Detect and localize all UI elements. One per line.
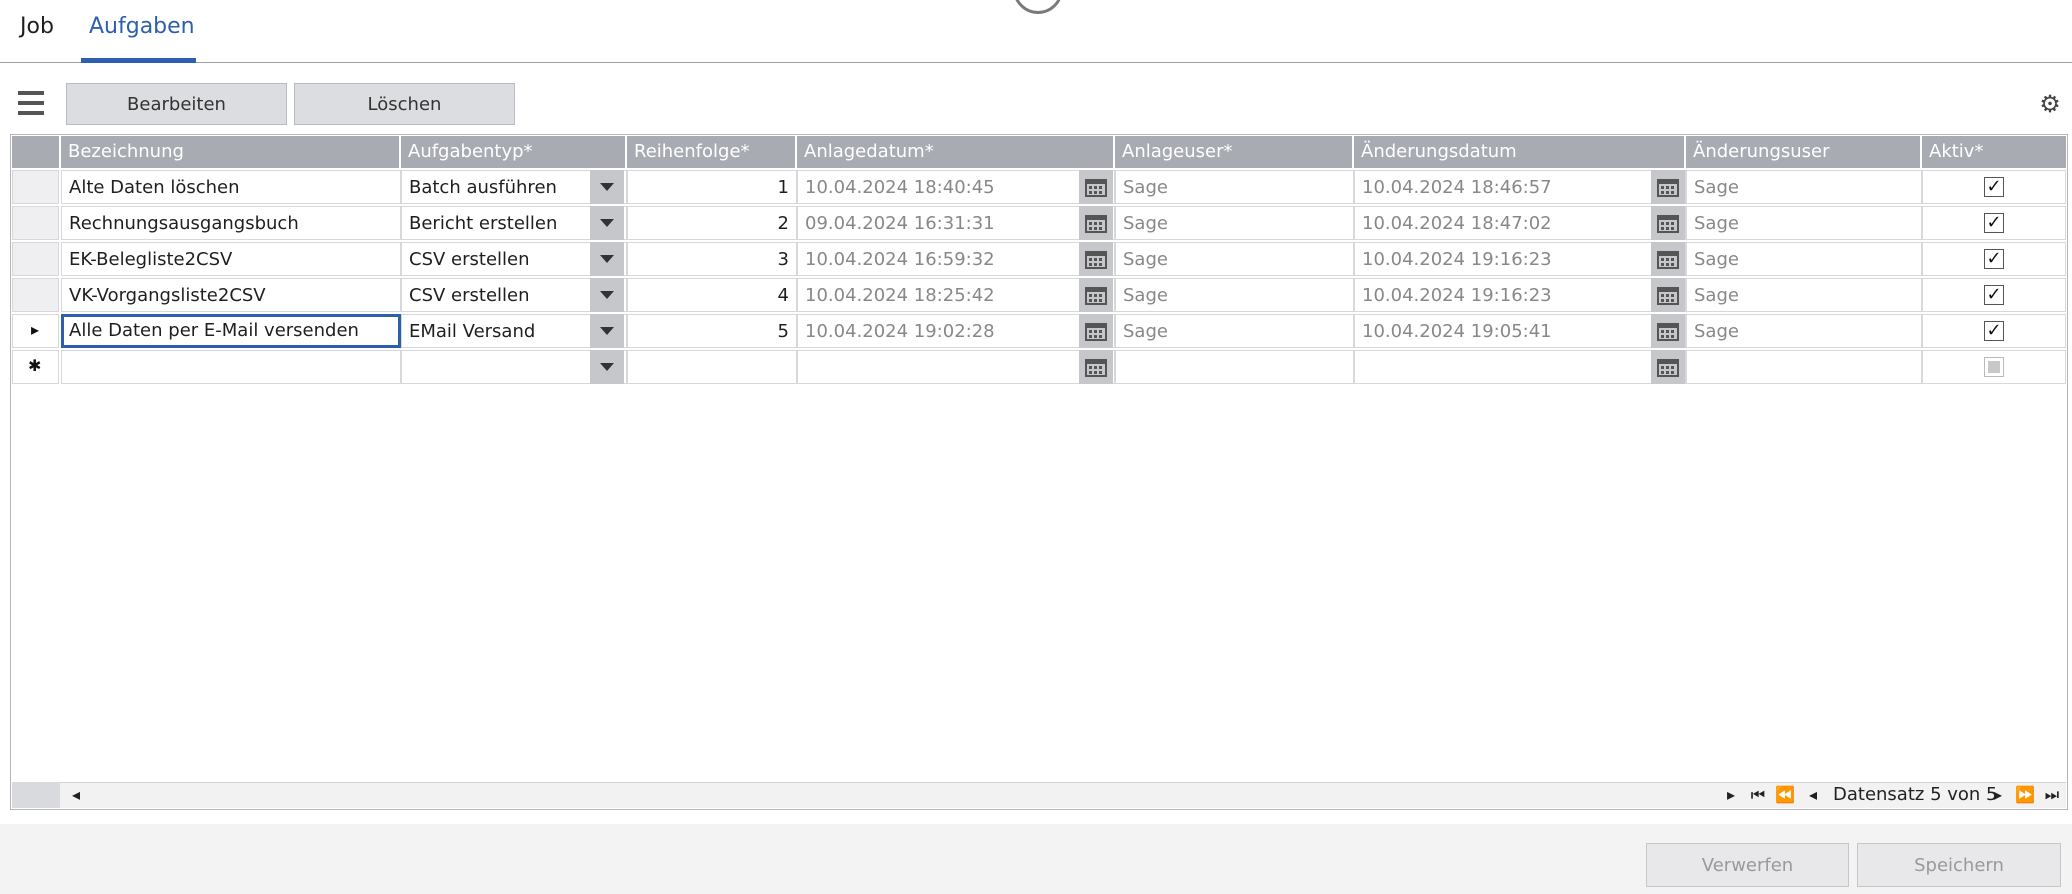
- calendar-icon[interactable]: [1651, 314, 1685, 348]
- scroll-right-icon[interactable]: ▸: [1720, 782, 1742, 808]
- delete-button[interactable]: Löschen: [294, 83, 515, 125]
- chevron-down-icon[interactable]: [590, 278, 624, 312]
- cell-anlageuser[interactable]: Sage: [1115, 314, 1354, 348]
- cell-anlageuser[interactable]: Sage: [1115, 242, 1354, 276]
- new-cell-anlagedatum[interactable]: [797, 350, 1115, 384]
- cell-anlagedatum[interactable]: 09.04.2024 16:31:31: [797, 206, 1115, 240]
- previous-page-icon[interactable]: ⏪: [1774, 782, 1796, 808]
- record-status: Datensatz 5 von 5: [1833, 784, 1998, 805]
- column-header-aufgabentyp[interactable]: Aufgabentyp*: [401, 136, 627, 168]
- column-header-reihenfolge[interactable]: Reihenfolge*: [627, 136, 797, 168]
- cell-aenderungsuser[interactable]: Sage: [1686, 206, 1922, 240]
- save-button[interactable]: Speichern: [1857, 843, 2061, 887]
- aktiv-checkbox[interactable]: ✓: [1984, 249, 2004, 269]
- cell-aenderungsdatum[interactable]: 10.04.2024 18:46:57: [1354, 170, 1686, 204]
- tab-aufgaben[interactable]: Aufgaben: [89, 14, 195, 39]
- current-row-indicator-icon: ▸: [31, 320, 40, 339]
- cell-anlagedatum[interactable]: 10.04.2024 18:25:42: [797, 278, 1115, 312]
- new-cell-aenderungsuser[interactable]: [1686, 350, 1922, 384]
- cell-anlageuser[interactable]: Sage: [1115, 170, 1354, 204]
- cell-anlagedatum[interactable]: 10.04.2024 19:02:28: [797, 314, 1115, 348]
- cell-anlagedatum[interactable]: 10.04.2024 18:40:45: [797, 170, 1115, 204]
- chevron-down-icon[interactable]: [590, 314, 624, 348]
- calendar-icon[interactable]: [1651, 206, 1685, 240]
- cell-reihenfolge[interactable]: 4: [627, 278, 797, 312]
- column-header-aenderungsdatum[interactable]: Änderungsdatum: [1354, 136, 1686, 168]
- discard-button[interactable]: Verwerfen: [1646, 843, 1849, 887]
- cell-aenderungsuser[interactable]: Sage: [1686, 314, 1922, 348]
- first-record-icon[interactable]: ⏮: [1747, 782, 1769, 808]
- new-cell-bezeichnung[interactable]: [61, 350, 401, 384]
- cell-bezeichnung[interactable]: Rechnungsausgangsbuch: [61, 206, 401, 240]
- aktiv-checkbox[interactable]: ✓: [1984, 285, 2004, 305]
- edit-button[interactable]: Bearbeiten: [66, 83, 287, 125]
- cell-reihenfolge[interactable]: 3: [627, 242, 797, 276]
- gear-icon[interactable]: ⚙: [2038, 92, 2062, 116]
- new-row-icon: ✱: [28, 356, 42, 375]
- column-header-aenderungsuser[interactable]: Änderungsuser: [1686, 136, 1922, 168]
- cell-aenderungsuser[interactable]: Sage: [1686, 170, 1922, 204]
- calendar-icon[interactable]: [1079, 314, 1113, 348]
- previous-record-icon[interactable]: ◂: [1802, 782, 1824, 808]
- row-selector[interactable]: [12, 242, 59, 276]
- cell-reihenfolge[interactable]: 5: [627, 314, 797, 348]
- cell-anlagedatum[interactable]: 10.04.2024 16:59:32: [797, 242, 1115, 276]
- cell-aenderungsuser[interactable]: Sage: [1686, 242, 1922, 276]
- scrollbar-corner: [12, 782, 60, 808]
- chevron-down-icon[interactable]: [590, 350, 624, 384]
- aktiv-checkbox[interactable]: ✓: [1984, 213, 2004, 233]
- cell-reihenfolge[interactable]: 1: [627, 170, 797, 204]
- column-header-anlagedatum[interactable]: Anlagedatum*: [797, 136, 1115, 168]
- cell-aenderungsdatum[interactable]: 10.04.2024 19:16:23: [1354, 278, 1686, 312]
- cell-reihenfolge[interactable]: 2: [627, 206, 797, 240]
- new-cell-aenderungsdatum[interactable]: [1354, 350, 1686, 384]
- row-selector[interactable]: [12, 206, 59, 240]
- cell-anlageuser[interactable]: Sage: [1115, 278, 1354, 312]
- calendar-icon[interactable]: [1079, 278, 1113, 312]
- cell-anlageuser[interactable]: Sage: [1115, 206, 1354, 240]
- aktiv-checkbox[interactable]: ✓: [1984, 177, 2004, 197]
- new-cell-anlageuser[interactable]: [1115, 350, 1354, 384]
- calendar-icon[interactable]: [1651, 170, 1685, 204]
- cell-bezeichnung[interactable]: EK-Belegliste2CSV: [61, 242, 401, 276]
- loading-spinner-icon: [1013, 0, 1063, 14]
- calendar-icon[interactable]: [1079, 206, 1113, 240]
- calendar-icon[interactable]: [1651, 242, 1685, 276]
- cell-aenderungsdatum[interactable]: 10.04.2024 19:16:23: [1354, 242, 1686, 276]
- aktiv-checkbox[interactable]: ✓: [1984, 321, 2004, 341]
- row-selector[interactable]: [12, 170, 59, 204]
- new-cell-reihenfolge[interactable]: [627, 350, 797, 384]
- chevron-down-icon[interactable]: [590, 206, 624, 240]
- cell-bezeichnung[interactable]: Alte Daten löschen: [61, 170, 401, 204]
- cell-aenderungsdatum[interactable]: 10.04.2024 18:47:02: [1354, 206, 1686, 240]
- next-page-icon[interactable]: ⏩: [2014, 782, 2036, 808]
- aktiv-checkbox-indeterminate[interactable]: [1984, 357, 2004, 377]
- chevron-down-icon[interactable]: [590, 242, 624, 276]
- cell-aenderungsdatum[interactable]: 10.04.2024 19:05:41: [1354, 314, 1686, 348]
- cell-bezeichnung[interactable]: VK-Vorgangsliste2CSV: [61, 278, 401, 312]
- calendar-icon[interactable]: [1079, 242, 1113, 276]
- calendar-icon[interactable]: [1651, 350, 1685, 384]
- cell-aenderungsuser[interactable]: Sage: [1686, 278, 1922, 312]
- calendar-icon[interactable]: [1079, 170, 1113, 204]
- calendar-icon[interactable]: [1651, 278, 1685, 312]
- column-header-bezeichnung[interactable]: Bezeichnung: [61, 136, 401, 168]
- last-record-icon[interactable]: ⏭: [2041, 782, 2063, 808]
- tab-job[interactable]: Job: [20, 14, 54, 39]
- calendar-icon[interactable]: [1079, 350, 1113, 384]
- chevron-down-icon[interactable]: [590, 170, 624, 204]
- column-header-anlageuser[interactable]: Anlageuser*: [1115, 136, 1354, 168]
- hamburger-icon[interactable]: [18, 91, 44, 115]
- scroll-left-icon[interactable]: ◂: [65, 782, 87, 808]
- tab-divider: [0, 62, 2072, 63]
- active-tab-indicator: [81, 58, 196, 63]
- cell-bezeichnung-focused[interactable]: Alle Daten per E-Mail versenden: [61, 314, 401, 348]
- header-row-selector: [12, 136, 61, 168]
- next-record-icon[interactable]: ▸: [1987, 782, 2009, 808]
- row-selector[interactable]: [12, 278, 59, 312]
- column-header-aktiv[interactable]: Aktiv*: [1922, 136, 2066, 168]
